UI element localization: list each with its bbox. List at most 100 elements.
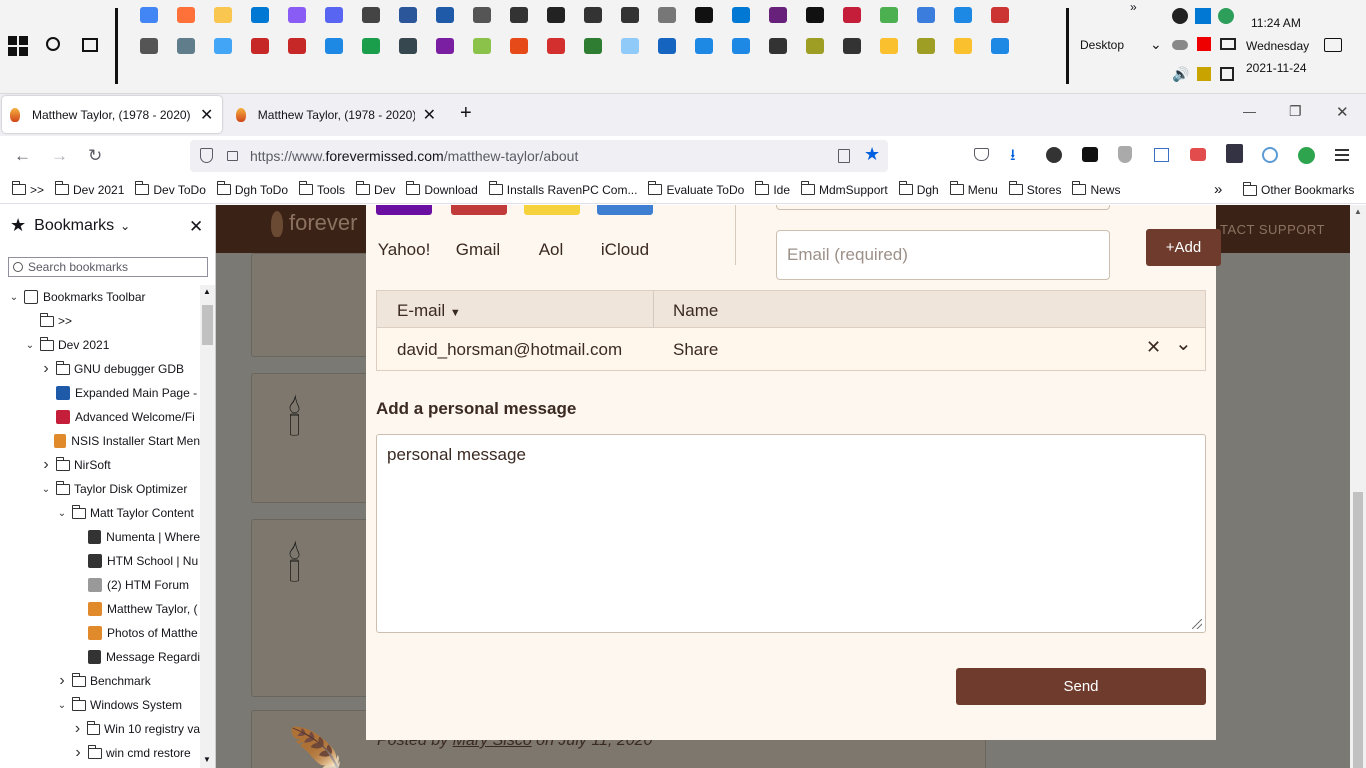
add-email-button[interactable]: +Add <box>1146 229 1221 266</box>
tray-app-icon[interactable] <box>1218 8 1234 24</box>
chevron-down-icon[interactable]: ⌄ <box>56 508 68 519</box>
tray-app-icon[interactable] <box>1197 37 1211 51</box>
bookmark-folder[interactable]: Tools <box>299 181 345 197</box>
chevron-down-icon[interactable]: ⌄ <box>24 340 36 351</box>
bookmark-folder-item[interactable]: › win cmd restore <box>72 741 200 765</box>
pinned-app-icon[interactable] <box>658 38 676 54</box>
pinned-app-icon[interactable] <box>362 38 380 54</box>
sidebar-scrollbar[interactable] <box>200 285 215 768</box>
send-button[interactable]: Send <box>956 668 1206 705</box>
tab-active[interactable]: Matthew Taylor, (1978 - 2020) - F ✕ <box>2 96 222 133</box>
pinned-app-icon[interactable] <box>362 7 380 23</box>
pinned-app-icon[interactable] <box>214 38 232 54</box>
pinned-app-icon[interactable] <box>288 7 306 23</box>
extension-icon[interactable] <box>1082 147 1098 162</box>
bookmark-item[interactable]: Matthew Taylor, ( <box>72 597 200 621</box>
bookmark-item[interactable]: Expanded Main Page - <box>40 381 200 405</box>
scroll-up-icon[interactable]: ▲ <box>1354 207 1362 216</box>
pinned-app-icon[interactable] <box>917 38 935 54</box>
pinned-app-icon[interactable] <box>991 7 1009 23</box>
pinned-app-icon[interactable] <box>251 38 269 54</box>
pinned-app-icon[interactable] <box>584 38 602 54</box>
bookmark-folder-item[interactable]: › GNU debugger GDB <box>40 357 200 381</box>
pinned-app-icon[interactable] <box>436 7 454 23</box>
chevron-down-icon[interactable]: ⌄ <box>1150 36 1162 53</box>
contact-support-link[interactable]: TACT SUPPORT <box>1220 222 1325 237</box>
clock-day[interactable]: Wednesday <box>1246 39 1309 53</box>
pinned-app-icon[interactable] <box>658 7 676 23</box>
clock-time[interactable]: 11:24 AM <box>1251 16 1301 30</box>
clock-date[interactable]: 2021-11-24 <box>1246 61 1307 75</box>
pinned-app-icon[interactable] <box>695 38 713 54</box>
close-tab-icon[interactable]: ✕ <box>423 105 436 125</box>
bookmark-folder[interactable]: Menu <box>949 181 998 197</box>
pinned-app-icon[interactable] <box>769 38 787 54</box>
bookmark-folder[interactable]: Dev 2021 <box>55 181 124 197</box>
bookmark-item[interactable]: Photos of Matthe <box>72 621 200 645</box>
share-icon[interactable] <box>1262 147 1278 163</box>
chevron-down-icon[interactable]: ⌄ <box>8 292 20 303</box>
tab-inactive[interactable]: Matthew Taylor, (1978 - 2020) - F ✕ <box>228 96 444 133</box>
column-header-email[interactable]: E-mail ▼ <box>397 301 461 321</box>
pinned-app-icon[interactable] <box>621 38 639 54</box>
pinned-app-icon[interactable] <box>806 38 824 54</box>
reload-button[interactable]: ↻ <box>88 146 102 166</box>
bookmark-folder-item[interactable]: › Win 10 registry va <box>72 717 200 741</box>
gmail-logo-icon[interactable] <box>451 205 507 215</box>
display-icon[interactable] <box>1220 38 1236 50</box>
site-logo[interactable]: forever <box>271 210 357 238</box>
bookmarks-overflow-icon[interactable]: » <box>1214 181 1222 198</box>
bookmark-item[interactable]: Message Regardi <box>72 645 200 669</box>
network-icon[interactable] <box>1220 67 1234 81</box>
bookmark-folder[interactable]: Installs RavenPC Com... <box>488 181 637 197</box>
outlook-tray-icon[interactable] <box>1195 8 1211 24</box>
url-text[interactable]: https://www.forevermissed.com/matthew-ta… <box>250 148 578 164</box>
pinned-app-icon[interactable] <box>806 7 824 23</box>
bookmark-item[interactable]: Numenta | Where <box>72 525 200 549</box>
bookmark-folder[interactable]: Dev ToDo <box>135 181 206 197</box>
extension-icon[interactable] <box>1154 148 1169 162</box>
bookmarks-search-input[interactable]: Search bookmarks <box>8 257 208 277</box>
pinned-app-icon[interactable] <box>177 38 195 54</box>
name-field[interactable] <box>776 205 1110 210</box>
chevron-right-icon[interactable]: › <box>72 744 84 762</box>
tray-app-icon[interactable] <box>1172 8 1188 24</box>
restore-button[interactable]: ❐ <box>1289 103 1302 120</box>
desktop-toolbar-label[interactable]: Desktop <box>1080 38 1124 52</box>
pinned-app-icon[interactable] <box>769 7 787 23</box>
bookmark-folder[interactable]: Download <box>406 181 478 197</box>
remove-recipient-icon[interactable]: ✕ <box>1146 337 1161 358</box>
resize-handle-icon[interactable] <box>1192 619 1202 629</box>
pinned-app-icon[interactable] <box>177 7 195 23</box>
cloud-icon[interactable] <box>1172 40 1188 50</box>
minimize-button[interactable]: — <box>1243 104 1256 119</box>
extension-icon[interactable] <box>1298 147 1315 164</box>
bookmark-folder-item[interactable]: ⌄ Bookmarks Toolbar <box>8 285 200 309</box>
pocket-icon[interactable] <box>974 148 989 161</box>
bookmark-folder[interactable]: >> <box>12 181 44 197</box>
tray-app-icon[interactable] <box>1197 67 1211 81</box>
chevron-down-icon[interactable]: ⌄ <box>56 700 68 711</box>
bookmark-star-icon[interactable]: ★ <box>864 144 880 165</box>
pinned-app-icon[interactable] <box>325 7 343 23</box>
bookmark-folder-item[interactable]: ⌄ Matt Taylor Content <box>56 501 200 525</box>
close-sidebar-icon[interactable]: ✕ <box>189 217 203 237</box>
pinned-app-icon[interactable] <box>843 38 861 54</box>
bookmark-folder-item[interactable]: ⌄ Windows System <box>56 693 200 717</box>
screenshot-icon[interactable] <box>1190 148 1206 161</box>
recipient-name-select[interactable]: Share <box>673 340 718 360</box>
volume-icon[interactable]: 🔊 <box>1172 66 1189 83</box>
forward-button[interactable]: → <box>51 146 68 166</box>
provider-icloud[interactable]: iCloud <box>595 240 655 260</box>
url-bar[interactable]: https://www.forevermissed.com/matthew-ta… <box>190 140 888 172</box>
pinned-app-icon[interactable] <box>399 7 417 23</box>
pinned-app-icon[interactable] <box>510 38 528 54</box>
bookmark-folder-item[interactable]: › NirSoft <box>40 453 200 477</box>
pinned-app-icon[interactable] <box>621 7 639 23</box>
page-scrollbar-thumb[interactable] <box>1353 492 1363 768</box>
pinned-app-icon[interactable] <box>436 38 454 54</box>
other-bookmarks-folder[interactable]: Other Bookmarks <box>1243 181 1354 197</box>
scroll-down-icon[interactable]: ▼ <box>203 755 211 764</box>
bookmark-folder-item[interactable]: ⌄ Dev 2021 <box>24 333 200 357</box>
bookmark-item[interactable]: (2) HTM Forum <box>72 573 200 597</box>
